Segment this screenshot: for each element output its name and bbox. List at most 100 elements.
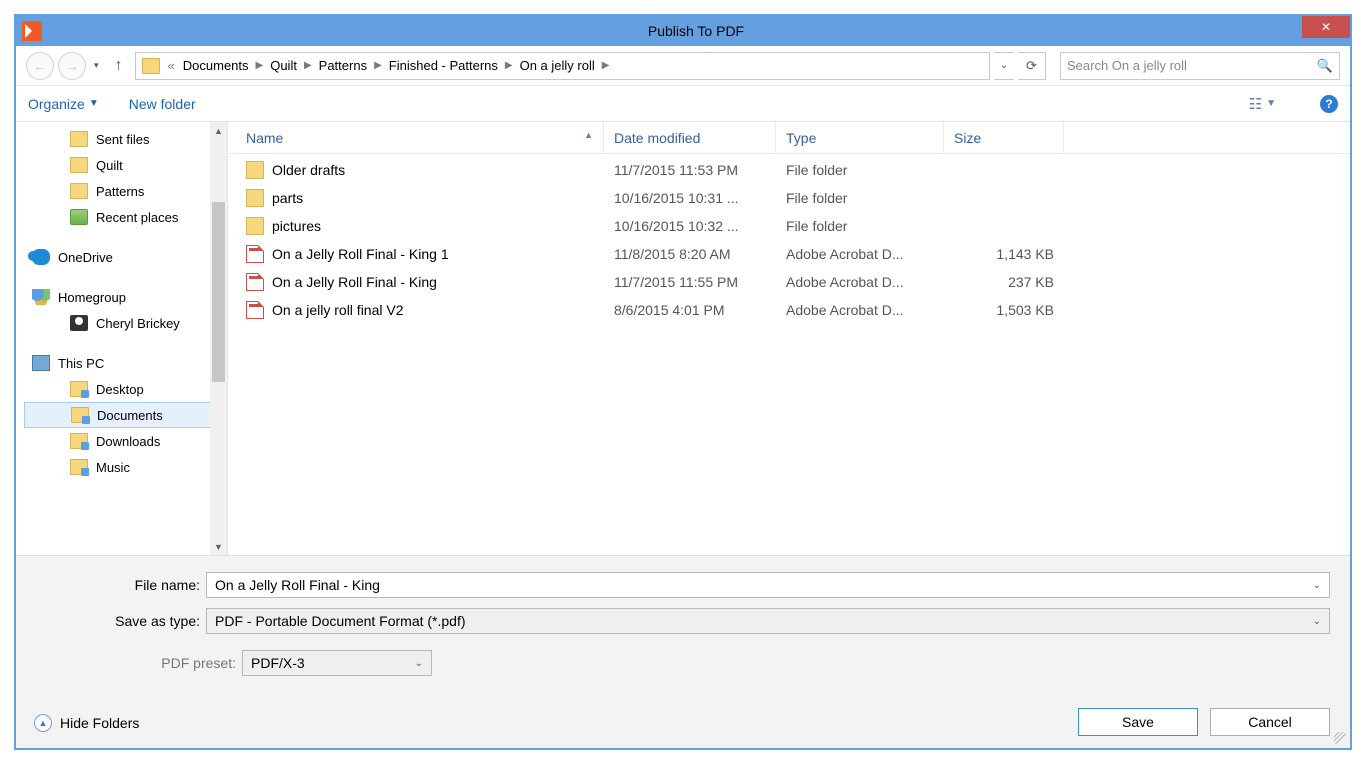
button-row: Save Cancel xyxy=(36,708,1330,736)
sidebar-item[interactable]: Desktop xyxy=(24,376,227,402)
breadcrumb-item[interactable]: Quilt xyxy=(266,58,301,73)
breadcrumb-dropdown[interactable]: ⌄ xyxy=(994,52,1014,80)
file-size: 1,503 KB xyxy=(944,302,1064,318)
close-button[interactable]: ✕ xyxy=(1302,16,1350,38)
cancel-button[interactable]: Cancel xyxy=(1210,708,1330,736)
recent-locations-button[interactable]: ▾ xyxy=(90,60,103,71)
file-size: 237 KB xyxy=(944,274,1064,290)
chevron-up-icon: ▲ xyxy=(34,714,52,732)
breadcrumb-item[interactable]: Patterns xyxy=(315,58,371,73)
sidebar-item[interactable]: Recent places xyxy=(24,204,227,230)
breadcrumb-item[interactable]: On a jelly roll xyxy=(516,58,599,73)
chevron-down-icon: ⌄ xyxy=(1313,580,1321,591)
scroll-up-icon[interactable]: ▲ xyxy=(210,122,227,139)
column-name[interactable]: Name ▲ xyxy=(228,122,604,153)
folder-icon xyxy=(246,161,264,179)
file-size: 1,143 KB xyxy=(944,246,1064,262)
breadcrumb-prefix: « xyxy=(166,58,177,73)
folder-sp-icon xyxy=(70,433,88,449)
cancel-label: Cancel xyxy=(1248,714,1292,730)
file-date: 10/16/2015 10:31 ... xyxy=(604,190,776,206)
folder-icon xyxy=(246,217,264,235)
preset-row: PDF preset: PDF/X-3 ⌄ xyxy=(36,650,1330,676)
refresh-button[interactable]: ⟳ xyxy=(1018,52,1046,80)
new-folder-label: New folder xyxy=(129,96,196,112)
file-row[interactable]: Older drafts11/7/2015 11:53 PMFile folde… xyxy=(228,156,1350,184)
contact-icon xyxy=(70,315,88,331)
up-button[interactable]: ↑ xyxy=(107,57,131,75)
onedrive-icon xyxy=(32,249,50,265)
sidebar-item[interactable]: Music xyxy=(24,454,227,480)
savetype-select[interactable]: PDF - Portable Document Format (*.pdf) ⌄ xyxy=(206,608,1330,634)
file-name: On a Jelly Roll Final - King 1 xyxy=(272,246,449,262)
file-date: 11/8/2015 8:20 AM xyxy=(604,246,776,262)
sidebar-item-label: This PC xyxy=(58,356,104,371)
breadcrumb[interactable]: « Documents▶ Quilt▶ Patterns▶ Finished -… xyxy=(135,52,990,80)
help-button[interactable]: ? xyxy=(1320,95,1338,113)
folder-icon xyxy=(70,131,88,147)
organize-button[interactable]: Organize ▼ xyxy=(28,96,99,112)
view-options-button[interactable]: ☷ ▼ xyxy=(1249,95,1276,113)
sidebar-item-label: Downloads xyxy=(96,434,160,449)
scroll-down-icon[interactable]: ▼ xyxy=(210,538,227,555)
folder-icon xyxy=(70,183,88,199)
back-button[interactable]: ← xyxy=(26,52,54,80)
pdf-icon xyxy=(246,301,264,319)
column-size[interactable]: Size xyxy=(944,122,1064,153)
breadcrumb-item[interactable]: Documents xyxy=(179,58,253,73)
pc-icon xyxy=(32,355,50,371)
savetype-row: Save as type: PDF - Portable Document Fo… xyxy=(36,608,1330,634)
file-date: 10/16/2015 10:32 ... xyxy=(604,218,776,234)
sidebar-item[interactable]: Cheryl Brickey xyxy=(24,310,227,336)
sidebar-item[interactable]: Downloads xyxy=(24,428,227,454)
pdf-preset-select[interactable]: PDF/X-3 ⌄ xyxy=(242,650,432,676)
breadcrumb-item[interactable]: Finished - Patterns xyxy=(385,58,502,73)
folder-icon xyxy=(70,157,88,173)
sidebar-item-label: Cheryl Brickey xyxy=(96,316,180,331)
save-button[interactable]: Save xyxy=(1078,708,1198,736)
sidebar-item-label: Sent files xyxy=(96,132,149,147)
sidebar-item[interactable]: Documents xyxy=(24,402,227,428)
new-folder-button[interactable]: New folder xyxy=(129,96,196,112)
file-row[interactable]: pictures10/16/2015 10:32 ...File folder xyxy=(228,212,1350,240)
sidebar-item[interactable]: OneDrive xyxy=(24,244,227,270)
search-input[interactable]: Search On a jelly roll 🔍 xyxy=(1060,52,1340,80)
file-name: On a Jelly Roll Final - King xyxy=(272,274,437,290)
search-icon: 🔍 xyxy=(1317,58,1333,74)
hide-folders-button[interactable]: ▲ Hide Folders xyxy=(34,714,139,732)
sidebar-item-label: Documents xyxy=(97,408,163,423)
filename-row: File name: On a Jelly Roll Final - King … xyxy=(36,572,1330,598)
file-row[interactable]: On a Jelly Roll Final - King11/7/2015 11… xyxy=(228,268,1350,296)
recent-icon xyxy=(70,209,88,225)
bottom-panel: File name: On a Jelly Roll Final - King … xyxy=(16,555,1350,748)
sidebar-item[interactable]: Quilt xyxy=(24,152,227,178)
app-icon xyxy=(22,21,42,41)
sidebar-item-label: Music xyxy=(96,460,130,475)
column-date[interactable]: Date modified xyxy=(604,122,776,153)
file-row[interactable]: On a jelly roll final V28/6/2015 4:01 PM… xyxy=(228,296,1350,324)
view-icon: ☷ xyxy=(1249,95,1262,113)
chevron-right-icon: ▶ xyxy=(303,60,313,71)
sidebar-item[interactable]: Homegroup xyxy=(24,284,227,310)
forward-button[interactable]: → xyxy=(58,52,86,80)
chevron-down-icon: ▼ xyxy=(89,98,99,109)
file-type: File folder xyxy=(776,162,944,178)
scroll-thumb[interactable] xyxy=(212,202,225,382)
sidebar-item-label: Patterns xyxy=(96,184,144,199)
sidebar-item[interactable]: This PC xyxy=(24,350,227,376)
filename-input[interactable]: On a Jelly Roll Final - King ⌄ xyxy=(206,572,1330,598)
organize-label: Organize xyxy=(28,96,85,112)
sidebar-item[interactable]: Patterns xyxy=(24,178,227,204)
sidebar-scrollbar[interactable]: ▲ ▼ xyxy=(210,122,227,555)
hide-folders-label: Hide Folders xyxy=(60,715,139,731)
publish-pdf-dialog: Publish To PDF ✕ ← → ▾ ↑ « Documents▶ Qu… xyxy=(14,14,1352,750)
column-type[interactable]: Type xyxy=(776,122,944,153)
sidebar-item-label: Quilt xyxy=(96,158,123,173)
file-date: 8/6/2015 4:01 PM xyxy=(604,302,776,318)
sidebar-item[interactable]: Sent files xyxy=(24,126,227,152)
file-name: parts xyxy=(272,190,303,206)
resize-grip[interactable] xyxy=(1334,732,1346,744)
sidebar-item-label: Recent places xyxy=(96,210,178,225)
file-row[interactable]: parts10/16/2015 10:31 ...File folder xyxy=(228,184,1350,212)
file-row[interactable]: On a Jelly Roll Final - King 1 11/8/2015 … xyxy=(228,240,1350,268)
